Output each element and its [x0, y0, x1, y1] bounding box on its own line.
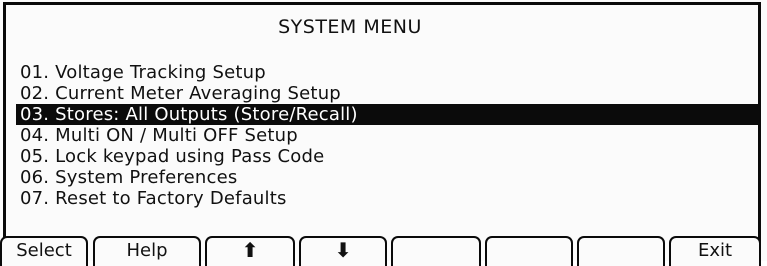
menu-item-lock-keypad[interactable]: 05. Lock keypad using Pass Code — [18, 146, 760, 167]
softkey-bar: Select Help ⬆ ⬇ Exit — [0, 236, 767, 266]
down-arrow-icon: ⬇ — [334, 238, 352, 262]
menu-item-multi-on-off[interactable]: 04. Multi ON / Multi OFF Setup — [18, 125, 760, 146]
exit-softkey[interactable]: Exit — [669, 236, 761, 266]
help-softkey[interactable]: Help — [93, 236, 201, 266]
display-screen: SYSTEM MENU 01. Voltage Tracking Setup 0… — [0, 0, 767, 266]
up-arrow-icon: ⬆ — [241, 238, 259, 262]
blank-softkey-3[interactable] — [577, 236, 665, 266]
blank-softkey-1[interactable] — [391, 236, 481, 266]
select-softkey[interactable]: Select — [0, 236, 88, 266]
menu-item-current-meter-averaging[interactable]: 02. Current Meter Averaging Setup — [18, 83, 760, 104]
menu-title: SYSTEM MENU — [278, 16, 422, 38]
menu-item-stores-all-outputs[interactable]: 03. Stores: All Outputs (Store/Recall) — [16, 104, 760, 125]
menu-item-reset-factory-defaults[interactable]: 07. Reset to Factory Defaults — [18, 188, 760, 209]
menu-item-voltage-tracking[interactable]: 01. Voltage Tracking Setup — [18, 62, 760, 83]
blank-softkey-2[interactable] — [485, 236, 573, 266]
menu-item-system-preferences[interactable]: 06. System Preferences — [18, 167, 760, 188]
up-softkey[interactable]: ⬆ — [205, 236, 295, 266]
down-softkey[interactable]: ⬇ — [299, 236, 387, 266]
system-menu-list: 01. Voltage Tracking Setup 02. Current M… — [16, 62, 760, 209]
